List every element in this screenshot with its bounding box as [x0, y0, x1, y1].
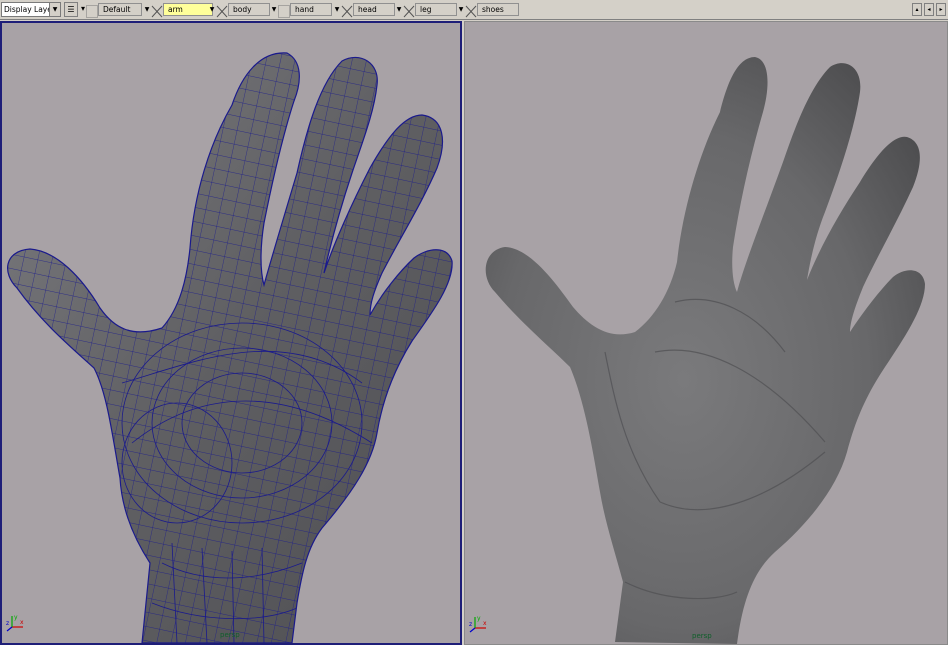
perspective-viewport-wireframe[interactable]: x y z persp	[0, 21, 462, 645]
chevron-down-icon[interactable]: ▼	[49, 3, 60, 16]
scroll-left-icon[interactable]: ◂	[924, 3, 934, 16]
layer-hidden-icon[interactable]	[403, 3, 415, 18]
wireframe-grid	[7, 52, 453, 643]
camera-label: persp	[220, 631, 240, 639]
layer-hidden-icon[interactable]	[151, 3, 163, 18]
hand-mesh-shaded	[485, 57, 925, 644]
perspective-viewport-shaded[interactable]: x y z persp	[464, 21, 948, 645]
hand-smooth-surface	[485, 57, 925, 644]
layer-hidden-icon[interactable]	[341, 3, 353, 18]
layer-name[interactable]: leg	[415, 3, 457, 16]
camera-label: persp	[692, 632, 712, 640]
layer-hidden-icon[interactable]	[216, 3, 228, 18]
chevron-down-icon[interactable]: ▼	[395, 3, 403, 16]
layer-name[interactable]: shoes	[477, 3, 519, 16]
layer-visibility-icon[interactable]	[86, 3, 98, 18]
layer-name[interactable]: body	[228, 3, 270, 16]
chevron-down-icon[interactable]: ▼	[270, 3, 278, 16]
axis-gizmo-icon: x y z	[469, 614, 489, 638]
scroll-right-icon[interactable]: ▸	[936, 3, 946, 16]
svg-text:x: x	[483, 620, 487, 627]
chevron-down-icon[interactable]: ▼	[143, 3, 151, 16]
svg-text:z: z	[469, 621, 472, 628]
display-layers-toolbar: Display Layers ▼ ☰ ▾ Default ▼ arm ▼ bod…	[0, 0, 948, 20]
layer-options-icon[interactable]: ☰	[64, 2, 78, 17]
chevron-down-icon[interactable]: ▼	[333, 3, 341, 16]
svg-text:z: z	[6, 620, 9, 627]
svg-text:x: x	[20, 619, 24, 626]
layer-name[interactable]: arm	[163, 3, 213, 16]
layer-name[interactable]: Default	[98, 3, 142, 16]
layer-name[interactable]: head	[353, 3, 395, 16]
layer-name[interactable]: hand	[290, 3, 332, 16]
layer-visibility-icon[interactable]	[278, 3, 290, 18]
hand-mesh-wireframe	[7, 52, 453, 643]
layer-hidden-icon[interactable]	[465, 3, 477, 18]
axis-gizmo-icon: x y z	[6, 613, 26, 637]
svg-text:y: y	[477, 615, 481, 622]
svg-text:y: y	[14, 614, 18, 621]
chevron-down-icon[interactable]: ▼	[208, 3, 216, 16]
chevron-down-icon[interactable]: ▼	[457, 3, 465, 16]
scroll-up-icon[interactable]: ▴	[912, 3, 922, 16]
display-layers-dropdown[interactable]: Display Layers ▼	[1, 2, 61, 17]
